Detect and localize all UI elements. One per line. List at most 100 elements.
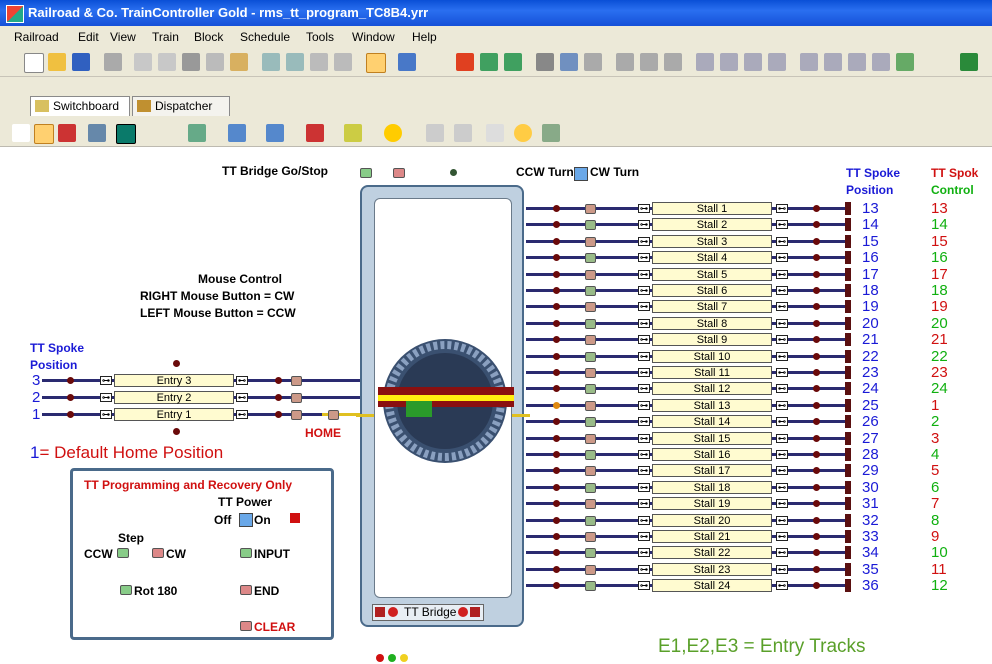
turn-toggle-button[interactable]	[574, 167, 588, 181]
spoke-control-number[interactable]: 10	[931, 545, 948, 560]
menu-help[interactable]: Help	[412, 30, 437, 44]
stall-block[interactable]: Stall 7	[652, 300, 772, 313]
spoke-control-number[interactable]: 7	[931, 496, 939, 511]
tool-icon[interactable]	[504, 53, 522, 71]
paint-icon[interactable]	[88, 124, 106, 142]
stall-block[interactable]: Stall 12	[652, 382, 772, 395]
stall-block[interactable]: Stall 8	[652, 317, 772, 330]
spoke-control-number[interactable]: 19	[931, 299, 948, 314]
spoke-control-number[interactable]: 15	[931, 234, 948, 249]
stall-block[interactable]: Stall 5	[652, 268, 772, 281]
tool-icon[interactable]	[664, 53, 682, 71]
spoke-control-number[interactable]: 17	[931, 267, 948, 282]
tool-icon[interactable]	[286, 53, 304, 71]
label-tool-icon[interactable]	[454, 124, 472, 142]
stall-signal[interactable]	[585, 270, 596, 280]
stall-block[interactable]: Stall 23	[652, 563, 772, 576]
stall-block[interactable]: Stall 18	[652, 481, 772, 494]
pencil-icon[interactable]	[58, 124, 76, 142]
tool-icon[interactable]	[536, 53, 554, 71]
tool-icon[interactable]	[640, 53, 658, 71]
stall-signal[interactable]	[585, 368, 596, 378]
stall-block[interactable]: Stall 2	[652, 218, 772, 231]
tool-icon[interactable]	[896, 53, 914, 71]
stall-block[interactable]: Stall 13	[652, 399, 772, 412]
stall-signal[interactable]	[585, 450, 596, 460]
power-toggle-button[interactable]	[239, 513, 253, 527]
pointer-icon[interactable]	[12, 124, 30, 142]
signal-tool-icon[interactable]	[306, 124, 324, 142]
edit-mode-icon[interactable]	[366, 53, 386, 73]
stall-block[interactable]: Stall 16	[652, 448, 772, 461]
tool-icon[interactable]	[848, 53, 866, 71]
stall-signal[interactable]	[585, 253, 596, 263]
tool-icon[interactable]	[824, 53, 842, 71]
smiley-icon[interactable]	[514, 124, 532, 142]
image-tool-icon[interactable]	[542, 124, 560, 142]
tool-icon[interactable]	[480, 53, 498, 71]
print-icon[interactable]	[104, 53, 122, 71]
stall-block[interactable]: Stall 20	[652, 514, 772, 527]
stall-signal[interactable]	[585, 417, 596, 427]
menu-window[interactable]: Window	[352, 30, 395, 44]
menu-schedule[interactable]: Schedule	[240, 30, 290, 44]
spoke-control-number[interactable]: 11	[931, 562, 947, 577]
connect-icon[interactable]	[34, 124, 54, 144]
spoke-control-number[interactable]: 5	[931, 463, 939, 478]
spoke-control-number[interactable]: 23	[931, 365, 948, 380]
menu-tools[interactable]: Tools	[306, 30, 334, 44]
menu-edit[interactable]: Edit	[78, 30, 99, 44]
spoke-control-number[interactable]: 18	[931, 283, 948, 298]
new-file-icon[interactable]	[24, 53, 44, 73]
tool-icon[interactable]	[768, 53, 786, 71]
stall-signal[interactable]	[585, 286, 596, 296]
tool-icon[interactable]	[334, 53, 352, 71]
tool-icon[interactable]	[310, 53, 328, 71]
tool-icon[interactable]	[616, 53, 634, 71]
redo-icon[interactable]	[158, 53, 176, 71]
copy-icon[interactable]	[206, 53, 224, 71]
spoke-control-number[interactable]: 13	[931, 201, 948, 216]
tool-icon[interactable]	[696, 53, 714, 71]
step-ccw-button[interactable]	[117, 548, 129, 558]
stall-signal[interactable]	[585, 516, 596, 526]
entry-signal[interactable]	[291, 393, 302, 403]
entry-block[interactable]: Entry 1	[114, 408, 234, 421]
stall-signal[interactable]	[585, 532, 596, 542]
menu-block[interactable]: Block	[194, 30, 223, 44]
stall-signal[interactable]	[585, 302, 596, 312]
spoke-control-number[interactable]: 2	[931, 414, 939, 429]
spoke-control-number[interactable]: 3	[931, 431, 939, 446]
spoke-control-number[interactable]: 20	[931, 316, 948, 331]
stall-signal[interactable]	[585, 483, 596, 493]
entry-signal[interactable]	[291, 376, 302, 386]
stall-block[interactable]: Stall 1	[652, 202, 772, 215]
stall-signal[interactable]	[585, 401, 596, 411]
stall-signal[interactable]	[585, 220, 596, 230]
stall-signal[interactable]	[585, 352, 596, 362]
stall-signal[interactable]	[585, 434, 596, 444]
text-field-icon[interactable]	[426, 124, 444, 142]
spoke-control-number[interactable]: 24	[931, 381, 948, 396]
tab-dispatcher[interactable]: Dispatcher	[132, 96, 230, 116]
stop-icon[interactable]	[456, 53, 474, 71]
spoke-control-number[interactable]: 16	[931, 250, 948, 265]
stall-signal[interactable]	[585, 581, 596, 591]
stall-block[interactable]: Stall 21	[652, 530, 772, 543]
bridge-stop-button[interactable]	[393, 168, 405, 178]
entry-block[interactable]: Entry 2	[114, 391, 234, 404]
menu-view[interactable]: View	[110, 30, 136, 44]
stall-block[interactable]: Stall 6	[652, 284, 772, 297]
spoke-control-number[interactable]: 8	[931, 513, 939, 528]
crossing-tool-icon[interactable]	[266, 124, 284, 142]
stall-signal[interactable]	[585, 565, 596, 575]
stall-block[interactable]: Stall 11	[652, 366, 772, 379]
save-icon[interactable]	[72, 53, 90, 71]
block-tool-icon[interactable]	[344, 124, 362, 142]
tool-icon[interactable]	[560, 53, 578, 71]
spoke-control-number[interactable]: 9	[931, 529, 939, 544]
spoke-control-number[interactable]: 6	[931, 480, 939, 495]
switch-tool-icon[interactable]	[228, 124, 246, 142]
end-button[interactable]	[240, 585, 252, 595]
entry-block[interactable]: Entry 3	[114, 374, 234, 387]
